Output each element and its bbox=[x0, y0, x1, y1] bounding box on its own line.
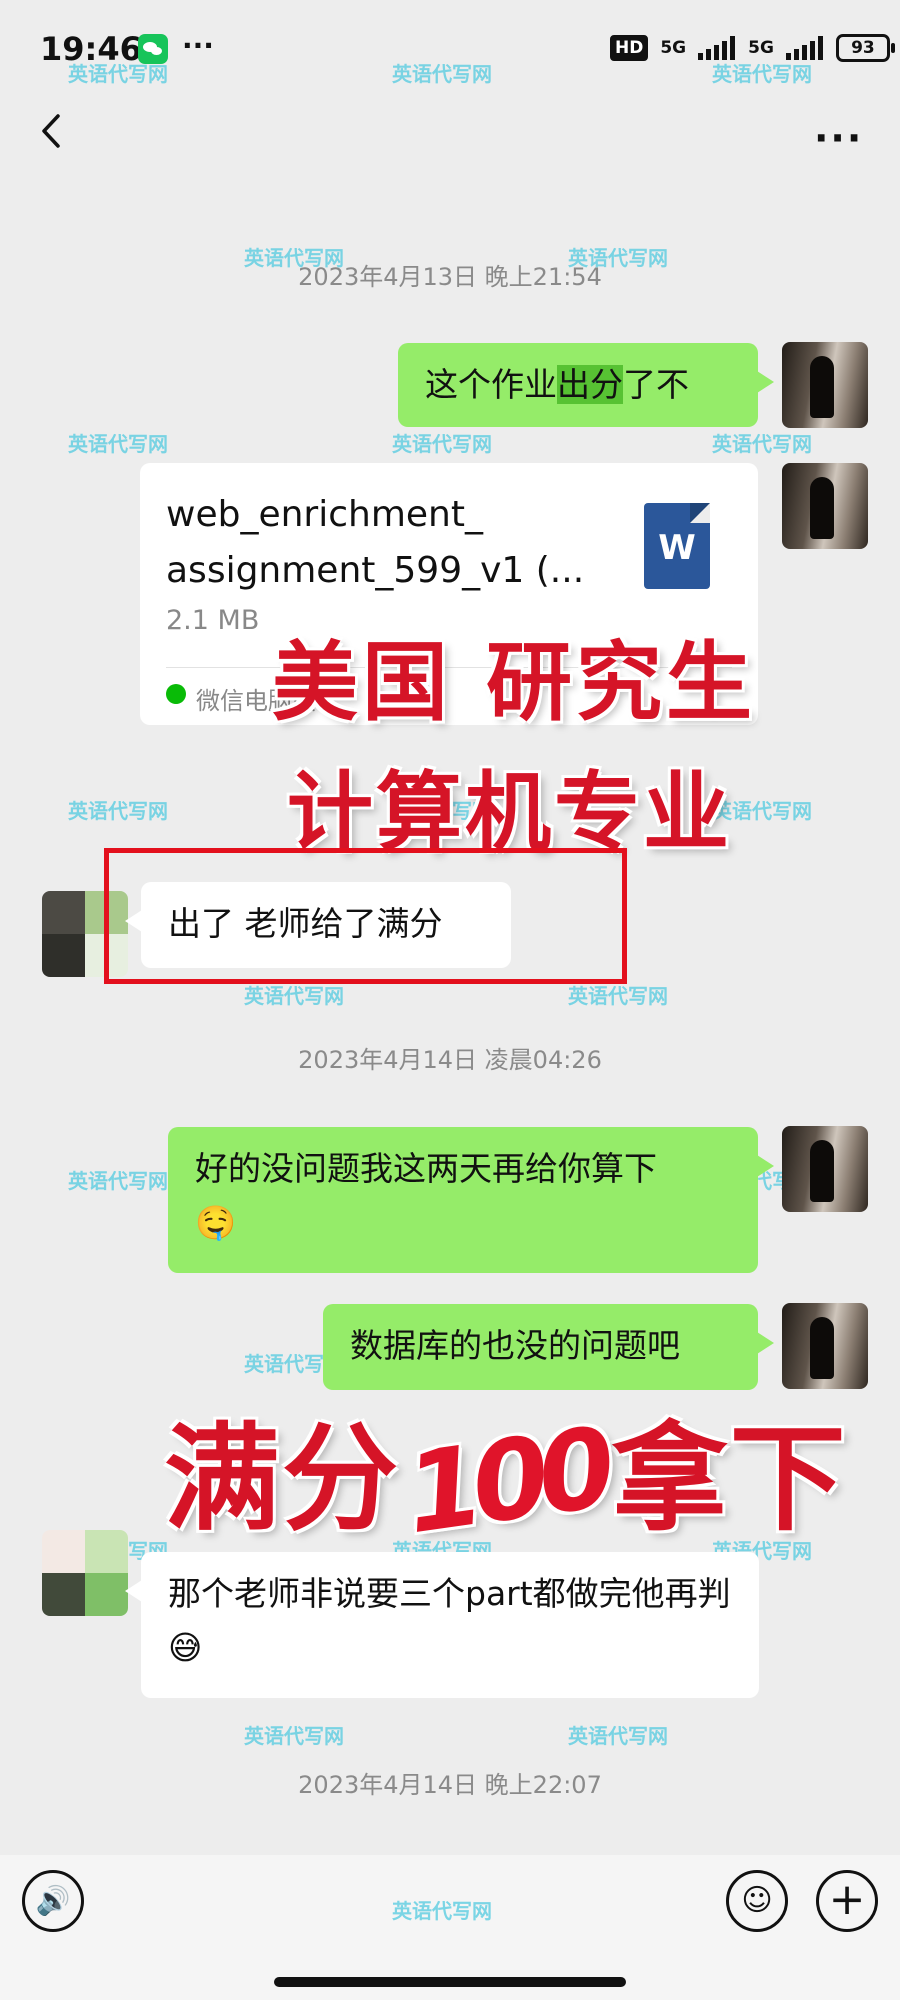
wechat-notification-icon bbox=[138, 34, 168, 64]
home-indicator[interactable] bbox=[274, 1977, 626, 1987]
more-functions-button[interactable]: + bbox=[816, 1870, 878, 1932]
overlay-title-line3: 满分100拿下 bbox=[164, 1385, 848, 1559]
timestamp: 2023年4月14日 晚上22:07 bbox=[298, 1771, 602, 1799]
message-bubble-self[interactable]: 数据库的也没的问题吧 bbox=[323, 1304, 774, 1390]
self-avatar[interactable] bbox=[782, 1126, 868, 1212]
timestamp: 2023年4月13日 晚上21:54 bbox=[298, 263, 602, 291]
watermark: 英语代写网 bbox=[68, 799, 168, 823]
self-avatar[interactable] bbox=[782, 342, 868, 428]
watermark: 英语代写网 bbox=[568, 984, 668, 1008]
wechat-source-icon bbox=[166, 684, 186, 704]
contact-avatar[interactable] bbox=[42, 1530, 128, 1616]
signal-icon-2 bbox=[785, 36, 824, 60]
message-text: 这个作业 bbox=[425, 365, 557, 404]
file-size: 2.1 MB bbox=[166, 605, 260, 636]
highlighted-text: 出分 bbox=[557, 365, 623, 404]
overlay-text: 拿下 bbox=[611, 1412, 848, 1547]
network-label-2: 5G bbox=[748, 38, 774, 58]
message-text: 那个老师非说要三个part都做完他再判 bbox=[168, 1574, 731, 1613]
watermark: 英语代写网 bbox=[68, 1169, 168, 1193]
word-document-icon: W bbox=[644, 503, 710, 589]
message-text: 好的没问题我这两天再给你算下 bbox=[195, 1149, 657, 1188]
watermark: 英语代写网 bbox=[712, 432, 812, 456]
network-status: HD 5G 5G 93 bbox=[610, 34, 895, 62]
message-bubble-self[interactable]: 这个作业出分了不 bbox=[398, 343, 774, 427]
watermark: 英语代写网 bbox=[392, 1899, 492, 1923]
status-time: 19:46 bbox=[40, 30, 142, 68]
self-avatar[interactable] bbox=[782, 1303, 868, 1389]
network-label: 5G bbox=[660, 38, 687, 58]
self-avatar[interactable] bbox=[782, 463, 868, 549]
message-bubble-other[interactable]: 那个老师非说要三个part都做完他再判 😅 bbox=[125, 1552, 759, 1698]
status-more-icon: ··· bbox=[182, 29, 214, 62]
emoji-icon: 🤤 bbox=[195, 1203, 237, 1242]
hundred-points-icon: 100 bbox=[398, 1403, 614, 1559]
signal-icon bbox=[698, 36, 736, 60]
chat-more-button[interactable]: ··· bbox=[814, 116, 863, 160]
watermark: 英语代写网 bbox=[68, 432, 168, 456]
battery-icon: 93 bbox=[835, 34, 895, 62]
back-icon[interactable] bbox=[34, 112, 72, 150]
message-text: 了不 bbox=[623, 365, 689, 404]
watermark: 英语代写网 bbox=[244, 1724, 344, 1748]
overlay-title-line1: 美国 研究生 bbox=[272, 633, 756, 733]
emoji-button[interactable]: ☺ bbox=[726, 1870, 788, 1932]
timestamp: 2023年4月14日 凌晨04:26 bbox=[298, 1046, 602, 1074]
voice-input-button[interactable]: 🔊 bbox=[22, 1870, 84, 1932]
status-bar: 19:46 ··· HD 5G 5G 93 bbox=[0, 0, 900, 100]
hd-icon: HD bbox=[610, 35, 649, 61]
file-name: web_enrichment_ assignment_599_v1 (... bbox=[166, 494, 585, 591]
emoji-icon: 😅 bbox=[168, 1628, 203, 1667]
watermark: 英语代写网 bbox=[244, 984, 344, 1008]
overlay-text: 满分 bbox=[164, 1412, 400, 1547]
watermark: 英语代写网 bbox=[568, 1724, 668, 1748]
watermark: 英语代写网 bbox=[392, 432, 492, 456]
message-bubble-self[interactable]: 好的没问题我这两天再给你算下 🤤 bbox=[168, 1127, 774, 1273]
highlight-box bbox=[104, 848, 627, 984]
